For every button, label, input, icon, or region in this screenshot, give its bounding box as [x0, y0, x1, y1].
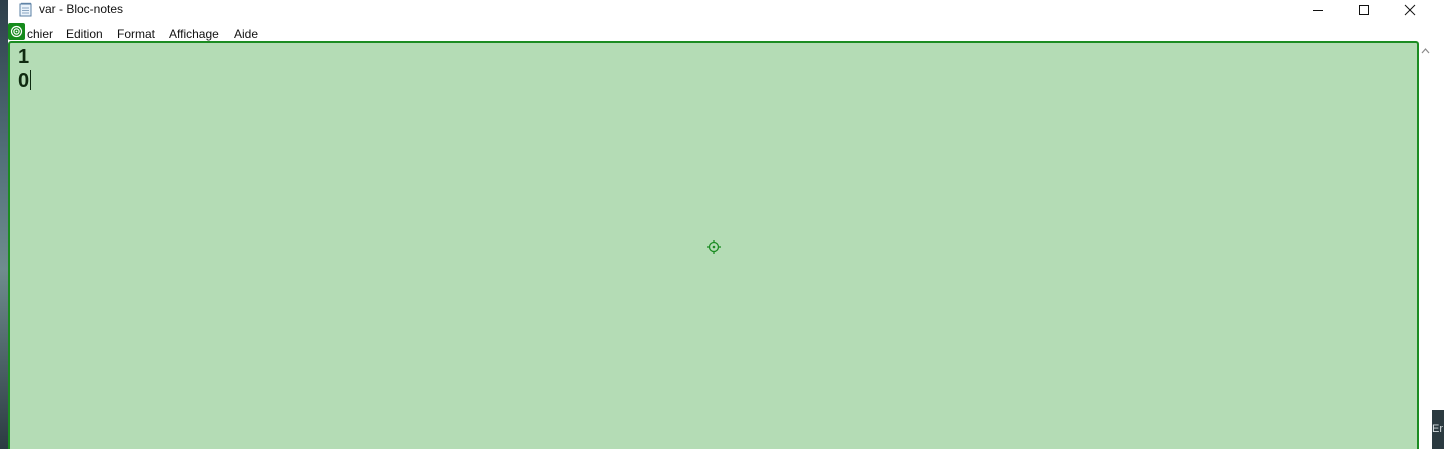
editor-line-2-text: 0	[18, 70, 30, 92]
minimize-icon	[1313, 10, 1323, 11]
close-icon	[1404, 4, 1416, 16]
vertical-scrollbar[interactable]	[1419, 41, 1432, 449]
editor-line-1-text: 1	[18, 46, 30, 68]
text-editor-area[interactable]: 1 0	[8, 41, 1419, 449]
desktop-background-right	[1432, 0, 1444, 449]
taskbar-fragment-text: Er	[1432, 423, 1443, 435]
editor-line-2: 0	[18, 69, 32, 93]
maximize-button[interactable]	[1341, 0, 1387, 20]
title-bar[interactable]: var - Bloc-notes	[8, 0, 1432, 20]
focus-target-badge	[8, 23, 25, 40]
menu-affichage[interactable]: Affichage	[169, 27, 219, 41]
taskbar-fragment: Er	[1432, 410, 1444, 449]
editor-line-1: 1	[18, 45, 29, 69]
maximize-icon	[1359, 5, 1369, 15]
menu-aide[interactable]: Aide	[234, 27, 258, 41]
window-title: var - Bloc-notes	[39, 2, 124, 16]
menu-format[interactable]: Format	[117, 27, 155, 41]
scroll-up-arrow-icon[interactable]	[1420, 46, 1431, 56]
target-rings-icon	[10, 25, 23, 38]
text-caret	[30, 70, 32, 90]
desktop-background-left	[0, 0, 8, 449]
menu-fichier[interactable]: chier	[27, 27, 53, 41]
menu-edition[interactable]: Edition	[66, 27, 103, 41]
notepad-app-icon	[19, 2, 32, 17]
close-button[interactable]	[1387, 0, 1433, 20]
menu-bar: chier Edition Format Affichage Aide	[8, 22, 1432, 42]
notepad-window: var - Bloc-notes chier Edition Format Af…	[8, 0, 1432, 449]
crosshair-target-icon	[707, 240, 721, 254]
minimize-button[interactable]	[1295, 0, 1341, 20]
